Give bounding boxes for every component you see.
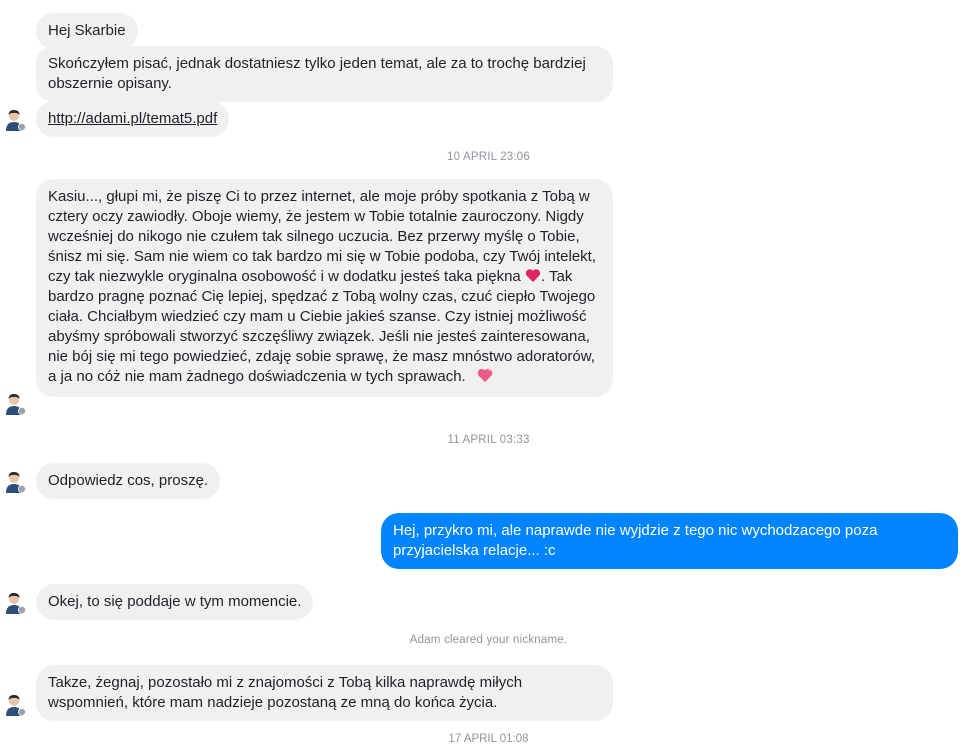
message-bubble-outgoing: Hej, przykro mi, ale naprawde nie wyjdzi…: [381, 513, 958, 569]
heart-icon: [525, 269, 541, 282]
timestamp: 11 APRIL 03:33: [447, 434, 530, 446]
user-avatar-icon[interactable]: [2, 692, 26, 716]
message-bubble: Kasiu..., głupi mi, że piszę Ci to przez…: [36, 179, 613, 397]
timestamp: 17 APRIL 01:08: [448, 733, 529, 745]
messenger-badge-icon: [18, 606, 26, 614]
messenger-badge-icon: [18, 123, 26, 131]
user-avatar-icon[interactable]: [2, 107, 26, 131]
message-bubble: Okej, to się poddaje w tym momencie.: [36, 584, 314, 620]
user-avatar-icon[interactable]: [2, 391, 26, 415]
message-bubble: Takze, żegnaj, pozostało mi z znajomości…: [36, 665, 613, 721]
messenger-badge-icon: [18, 485, 26, 493]
timestamp: 10 APRIL 23:06: [447, 151, 530, 163]
message-text: . Tak bardzo pragnę poznać Cię lepiej, s…: [48, 268, 596, 385]
message-text: Kasiu..., głupi mi, że piszę Ci to przez…: [48, 188, 597, 285]
sparkling-heart-icon: [477, 368, 493, 382]
message-bubble: http://adami.pl/temat5.pdf: [36, 101, 230, 137]
message-bubble: Hej Skarbie: [36, 13, 138, 49]
pdf-link[interactable]: http://adami.pl/temat5.pdf: [48, 110, 217, 127]
message-bubble: Odpowiedz cos, proszę.: [36, 463, 221, 499]
user-avatar-icon[interactable]: [2, 469, 26, 493]
messenger-badge-icon: [18, 708, 26, 716]
message-bubble: Skończyłem pisać, jednak dostatniesz tyl…: [36, 46, 613, 102]
user-avatar-icon[interactable]: [2, 590, 26, 614]
messenger-badge-icon: [18, 407, 26, 415]
system-message: Adam cleared your nickname.: [409, 634, 568, 646]
